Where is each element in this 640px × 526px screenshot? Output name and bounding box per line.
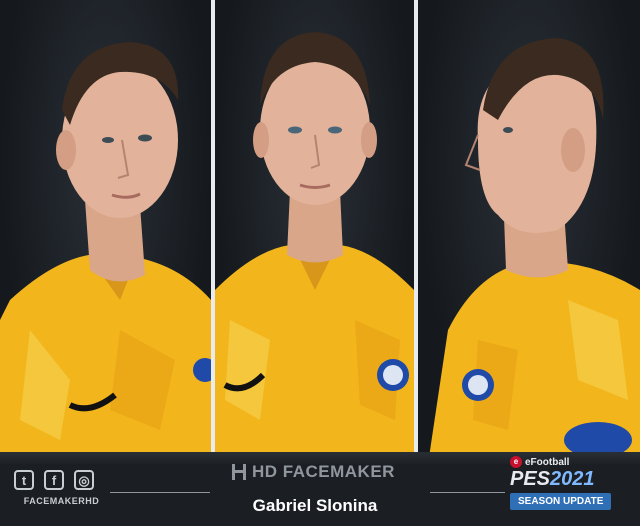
portrait-three-quarter [0,0,211,464]
pes-title: PES2021 [510,469,630,489]
facebook-icon[interactable]: f [44,470,64,490]
divider-line [110,492,210,493]
portrait-profile [418,0,640,464]
twitter-icon[interactable]: t [14,470,34,490]
social-icons: t f ◎ [14,470,94,490]
pes-name: PES [510,468,551,490]
divider-line [430,492,505,493]
hd-facemaker-icon [232,464,246,480]
portrait-three-quarter-illustration [0,42,211,464]
efootball-icon: e [510,456,522,468]
game-logo: e eFootball PES2021 SEASON UPDATE [510,456,630,510]
portrait-front [215,0,414,464]
season-update-badge: SEASON UPDATE [510,493,612,510]
brand-name: HD FACEMAKER [252,462,395,481]
player-name: Gabriel Slonina [252,496,378,515]
instagram-icon[interactable]: ◎ [74,470,94,490]
efootball-text: eFootball [525,456,570,468]
efootball-brand: e eFootball [510,456,630,468]
social-handle: FACEMAKERHD [23,496,100,506]
brand-logo: HD FACEMAKER [232,462,395,482]
portrait-profile-illustration [428,38,640,464]
portrait-front-illustration [215,32,414,464]
pes-year: 2021 [550,468,595,490]
